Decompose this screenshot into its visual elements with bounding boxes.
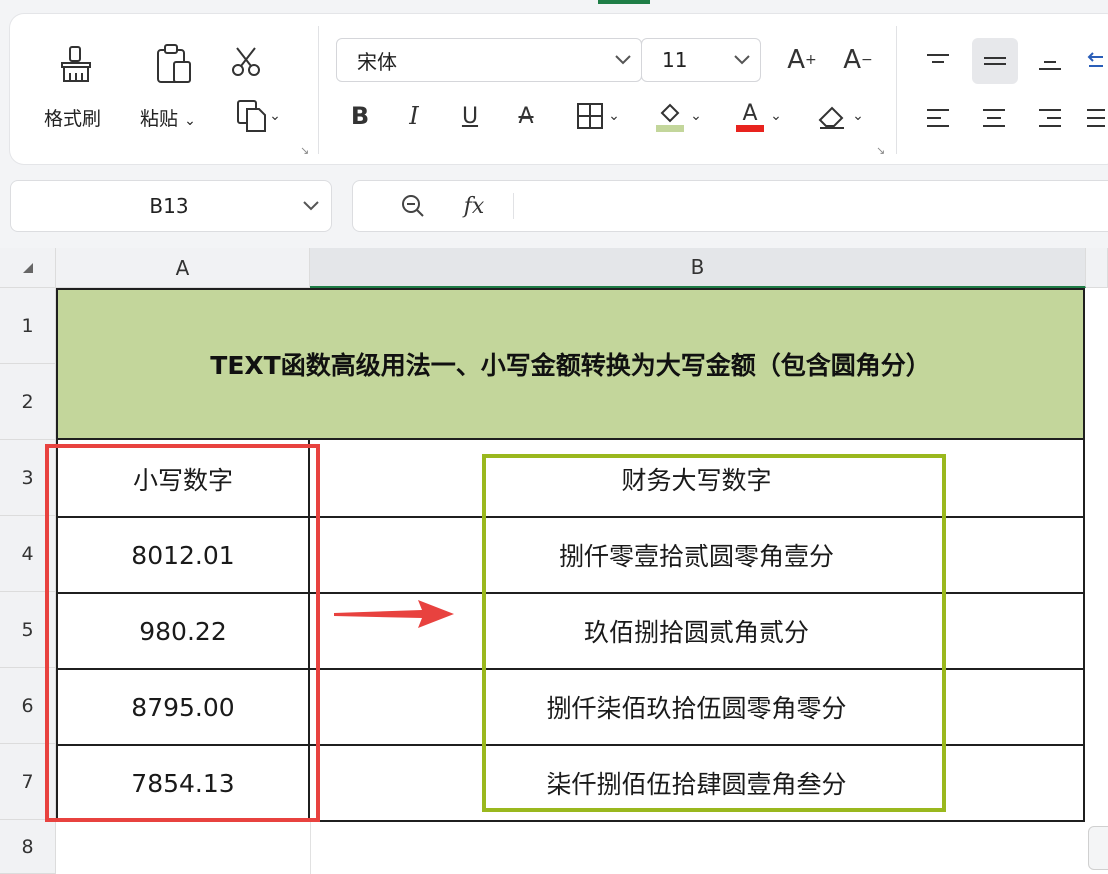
format-painter-icon[interactable] (52, 40, 100, 88)
chevron-down-icon: ⌄ (770, 108, 782, 124)
column-header-a[interactable]: A (56, 248, 310, 288)
formula-input[interactable] (529, 193, 1089, 221)
font-launcher-icon[interactable]: ↘ (876, 144, 885, 157)
decrease-font-icon[interactable]: A − (838, 42, 878, 78)
chevron-down-icon (291, 201, 331, 211)
underline-icon[interactable]: U (452, 98, 488, 134)
align-left-icon[interactable] (920, 100, 956, 136)
active-tab-indicator (598, 0, 650, 4)
select-all-icon (22, 262, 33, 273)
divider (513, 193, 514, 219)
paste-button[interactable]: 粘贴 ⌄ (140, 104, 196, 131)
title-cell[interactable]: TEXT函数高级用法一、小写金额转换为大写金额（包含圆角分） (56, 288, 1085, 440)
font-color-icon: A (736, 101, 765, 132)
italic-icon[interactable]: I (396, 98, 432, 134)
eraser-icon (818, 106, 845, 129)
font-name-select[interactable]: 宋体 (336, 38, 642, 82)
increase-font-icon[interactable]: A + (782, 42, 822, 78)
paste-label: 粘贴 (140, 108, 179, 130)
font-size-value: 11 (662, 48, 688, 72)
chevron-down-icon: ⌄ (608, 108, 620, 124)
insert-function-button[interactable]: fx (457, 189, 491, 223)
divider (318, 26, 319, 154)
highlight-box-red (45, 444, 320, 822)
chevron-down-icon: ⌄ (269, 108, 281, 124)
copy-icon (237, 100, 267, 132)
fill-color-button[interactable]: ⌄ (646, 96, 710, 136)
align-center-icon[interactable] (976, 100, 1012, 136)
align-middle-icon[interactable] (972, 38, 1018, 84)
row-header-1[interactable]: 1 (0, 288, 56, 364)
justify-icon[interactable] (1082, 100, 1108, 136)
cut-icon[interactable] (224, 42, 268, 82)
ribbon-toolbar: 格式刷 粘贴 ⌄ ⌄ ↘ 宋体 11 A + A − B I U A ⌄ ⌄ A ⌄ (10, 14, 1108, 164)
wrap-text-icon[interactable] (1080, 44, 1108, 80)
align-right-icon[interactable] (1032, 100, 1068, 136)
font-color-button[interactable]: A ⌄ (726, 96, 790, 136)
paste-icon[interactable] (150, 40, 198, 88)
row-header-8[interactable]: 8 (0, 820, 56, 874)
column-header-c[interactable] (1086, 248, 1108, 288)
spreadsheet-grid: A B 1 2 3 4 5 6 7 8 TEXT函数高级用法一、小写金额转换为大… (0, 248, 1108, 874)
font-name-value: 宋体 (357, 49, 397, 74)
svg-text:A: A (743, 101, 758, 126)
divider (896, 26, 897, 154)
borders-icon (577, 103, 604, 129)
select-all-corner[interactable] (0, 248, 56, 288)
clipboard-launcher-icon[interactable]: ↘ (300, 144, 309, 157)
chevron-down-icon: ⌄ (184, 113, 196, 129)
arrow-right-icon (334, 600, 454, 628)
chevron-down-icon (605, 55, 641, 65)
fill-bucket-icon (656, 103, 685, 132)
format-painter-label[interactable]: 格式刷 (44, 104, 101, 131)
align-top-icon[interactable] (920, 44, 956, 80)
table-border (1083, 440, 1085, 822)
align-bottom-icon[interactable] (1032, 44, 1068, 80)
copy-button[interactable]: ⌄ (228, 96, 288, 136)
name-box-value: B13 (149, 194, 189, 218)
font-size-select[interactable]: 11 (641, 38, 761, 82)
column-header-b[interactable]: B (310, 248, 1086, 288)
chevron-down-icon: ⌄ (852, 108, 864, 124)
borders-button[interactable]: ⌄ (566, 98, 630, 134)
chevron-down-icon: ⌄ (690, 108, 702, 124)
gridline (310, 820, 311, 874)
zoom-search-icon[interactable] (397, 191, 429, 221)
formula-bar: fx (352, 180, 1108, 232)
strikethrough-icon[interactable]: A (508, 98, 544, 134)
name-box[interactable]: B13 (10, 180, 332, 232)
row-header-2[interactable]: 2 (0, 364, 56, 440)
quick-analysis-icon[interactable] (1088, 826, 1108, 870)
chevron-down-icon (724, 55, 760, 65)
bold-icon[interactable]: B (342, 98, 378, 134)
highlight-box-green (482, 454, 946, 812)
clear-button[interactable]: ⌄ (808, 96, 872, 136)
